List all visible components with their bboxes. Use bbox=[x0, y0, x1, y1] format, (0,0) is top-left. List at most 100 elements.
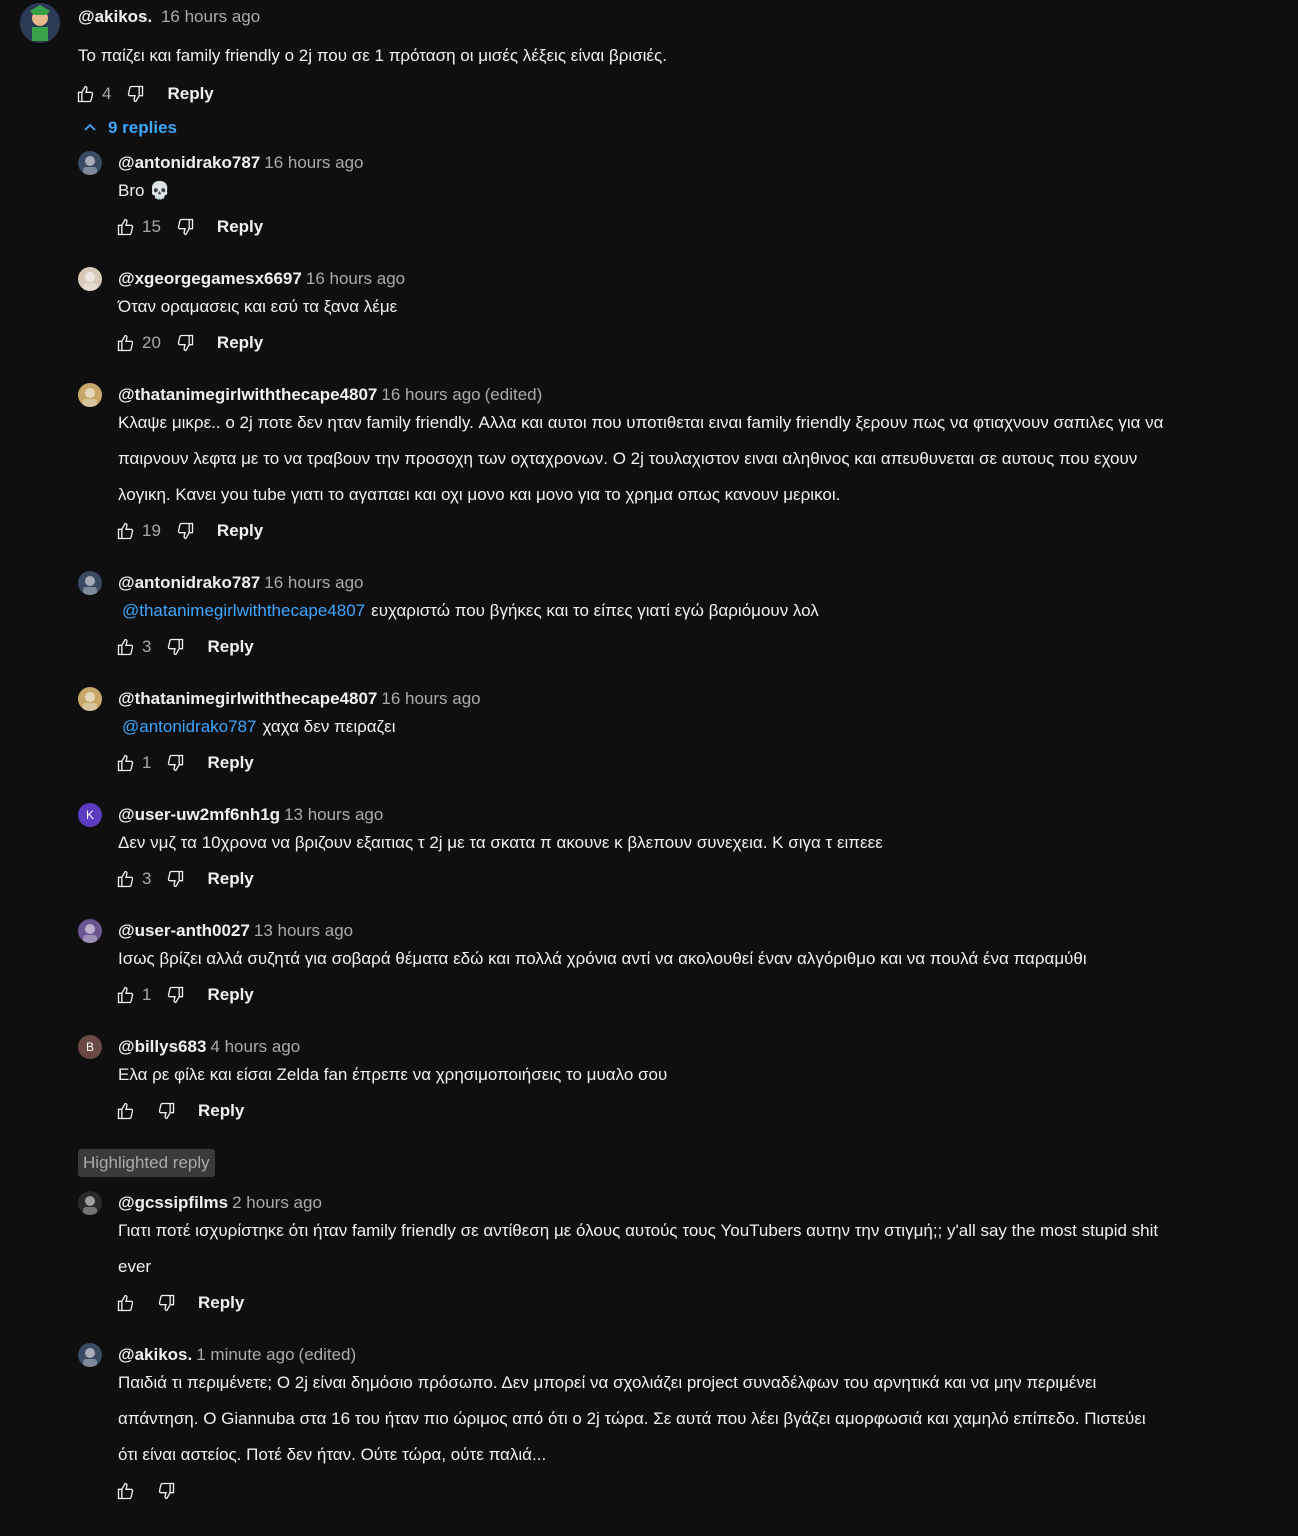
like-button[interactable] bbox=[116, 753, 136, 773]
thumbs-up-icon bbox=[117, 334, 134, 352]
comment-header: @akikos. 1 minute ago (edited) bbox=[118, 1345, 356, 1365]
dislike-button[interactable] bbox=[175, 217, 195, 237]
dislike-button[interactable] bbox=[156, 1101, 176, 1121]
avatar-letter: K bbox=[85, 808, 94, 822]
timestamp[interactable]: 4 hours ago bbox=[210, 1037, 300, 1056]
comment-actions: 1 Reply bbox=[116, 983, 254, 1007]
thumbs-down-icon bbox=[177, 218, 194, 236]
timestamp[interactable]: 1 minute ago bbox=[196, 1345, 294, 1364]
author-name[interactable]: @antonidrako787 bbox=[118, 573, 260, 592]
timestamp[interactable]: 2 hours ago bbox=[232, 1193, 322, 1212]
comment-text-line: απάντηση. Ο Giannuba στα 16 του ήταν πιο… bbox=[118, 1409, 1146, 1428]
author-name[interactable]: @gcssipfilms bbox=[118, 1193, 228, 1212]
author-name[interactable]: @user-uw2mf6nh1g bbox=[118, 805, 280, 824]
avatar-image-icon bbox=[83, 1196, 97, 1215]
comment-text: Γιατι ποτέ ισχυρίστηκε ότι ήταν family f… bbox=[118, 1213, 1158, 1285]
comment-text-line: ότι είναι αστείος. Ποτέ δεν ήταν. Ούτε τ… bbox=[118, 1445, 547, 1464]
like-button[interactable] bbox=[116, 985, 136, 1005]
timestamp[interactable]: 16 hours ago bbox=[264, 153, 363, 172]
timestamp[interactable]: 16 hours ago bbox=[264, 573, 363, 592]
reply-button[interactable]: Reply bbox=[217, 217, 263, 237]
dislike-button[interactable] bbox=[165, 637, 185, 657]
reply-button[interactable]: Reply bbox=[207, 753, 253, 773]
thumbs-down-icon bbox=[168, 986, 184, 1004]
reply-button[interactable]: Reply bbox=[198, 1293, 244, 1313]
timestamp[interactable]: 16 hours ago bbox=[381, 689, 480, 708]
comment-text: @thatanimegirlwiththecape4807 ευχαριστώ π… bbox=[118, 593, 819, 629]
author-name[interactable]: @thatanimegirlwiththecape4807 bbox=[118, 689, 377, 708]
dislike-button[interactable] bbox=[165, 985, 185, 1005]
comment-text-line: Γιατι ποτέ ισχυρίστηκε ότι ήταν family f… bbox=[118, 1221, 1159, 1240]
reply-button[interactable]: Reply bbox=[217, 521, 263, 541]
dislike-button[interactable] bbox=[175, 333, 195, 353]
avatar-image-icon bbox=[83, 156, 97, 175]
like-button[interactable] bbox=[116, 217, 136, 237]
author-name[interactable]: @akikos. bbox=[118, 1345, 192, 1364]
author-name[interactable]: @akikos. bbox=[78, 7, 152, 26]
timestamp[interactable]: 13 hours ago bbox=[254, 921, 353, 940]
like-button[interactable] bbox=[76, 84, 96, 104]
reply-button[interactable]: Reply bbox=[167, 84, 213, 104]
timestamp[interactable]: 16 hours ago bbox=[306, 269, 405, 288]
like-button[interactable] bbox=[116, 637, 136, 657]
mention-link[interactable]: @thatanimegirlwiththecape4807 bbox=[122, 601, 365, 620]
thumbs-up-icon bbox=[117, 754, 134, 772]
thumbs-down-icon bbox=[168, 754, 184, 772]
reply-button[interactable]: Reply bbox=[207, 985, 253, 1005]
author-name[interactable]: @user-anth0027 bbox=[118, 921, 250, 940]
comment-text: Παιδιά τι περιμένετε; Ο 2j είναι δημόσιο… bbox=[118, 1365, 1146, 1473]
timestamp[interactable]: 16 hours ago bbox=[381, 385, 480, 404]
author-name[interactable]: @xgeorgegamesx6697 bbox=[118, 269, 302, 288]
avatar[interactable] bbox=[78, 687, 102, 711]
avatar[interactable]: K bbox=[78, 803, 102, 827]
avatar[interactable] bbox=[78, 1191, 102, 1215]
like-count: 1 bbox=[142, 985, 152, 1004]
dislike-button[interactable] bbox=[165, 869, 185, 889]
dislike-button[interactable] bbox=[175, 521, 195, 541]
avatar-image-icon bbox=[83, 924, 97, 943]
avatar[interactable] bbox=[78, 571, 102, 595]
timestamp[interactable]: 13 hours ago bbox=[284, 805, 383, 824]
author-name[interactable]: @billys683 bbox=[118, 1037, 206, 1056]
comment-text: Bro 💀 bbox=[118, 173, 170, 209]
avatar[interactable] bbox=[78, 267, 102, 291]
author-name[interactable]: @thatanimegirlwiththecape4807 bbox=[118, 385, 377, 404]
chevron-up-icon bbox=[84, 123, 96, 131]
timestamp[interactable]: 16 hours ago bbox=[161, 7, 260, 26]
reply-button[interactable]: Reply bbox=[217, 333, 263, 353]
comment-actions: Reply bbox=[116, 1291, 244, 1315]
author-name[interactable]: @antonidrako787 bbox=[118, 153, 260, 172]
comment-header: @user-uw2mf6nh1g 13 hours ago bbox=[118, 805, 383, 825]
avatar-image-icon bbox=[83, 692, 97, 711]
dislike-button[interactable] bbox=[125, 84, 145, 104]
like-button[interactable] bbox=[116, 1293, 136, 1313]
thumbs-up-icon bbox=[117, 1102, 134, 1120]
avatar[interactable] bbox=[78, 383, 102, 407]
comment-header: @antonidrako787 16 hours ago bbox=[118, 153, 363, 173]
mention-link[interactable]: @antonidrako787 bbox=[122, 717, 256, 736]
reply-button[interactable]: Reply bbox=[207, 869, 253, 889]
like-button[interactable] bbox=[116, 1481, 136, 1501]
like-button[interactable] bbox=[116, 869, 136, 889]
like-count: 3 bbox=[142, 637, 152, 656]
comment-header: @thatanimegirlwiththecape4807 16 hours ag… bbox=[118, 385, 542, 405]
dislike-button[interactable] bbox=[165, 753, 185, 773]
replies-toggle[interactable]: 9 replies bbox=[82, 118, 177, 138]
comment-header: @antonidrako787 16 hours ago bbox=[118, 573, 363, 593]
dislike-button[interactable] bbox=[156, 1293, 176, 1313]
like-button[interactable] bbox=[116, 1101, 136, 1121]
thumbs-up-icon bbox=[117, 638, 134, 656]
avatar[interactable] bbox=[78, 1343, 102, 1367]
avatar-letter: B bbox=[85, 1040, 94, 1054]
dislike-button[interactable] bbox=[156, 1481, 176, 1501]
avatar[interactable]: B bbox=[78, 1035, 102, 1059]
comment-text: Ελα ρε φίλε και είσαι Zelda fan έπρεπε ν… bbox=[118, 1057, 667, 1093]
like-button[interactable] bbox=[116, 333, 136, 353]
avatar[interactable] bbox=[78, 151, 102, 175]
avatar[interactable] bbox=[78, 919, 102, 943]
reply-button[interactable]: Reply bbox=[207, 637, 253, 657]
like-button[interactable] bbox=[116, 521, 136, 541]
avatar[interactable] bbox=[20, 3, 60, 43]
reply-button[interactable]: Reply bbox=[198, 1101, 244, 1121]
comment-actions: 1 Reply bbox=[116, 751, 254, 775]
